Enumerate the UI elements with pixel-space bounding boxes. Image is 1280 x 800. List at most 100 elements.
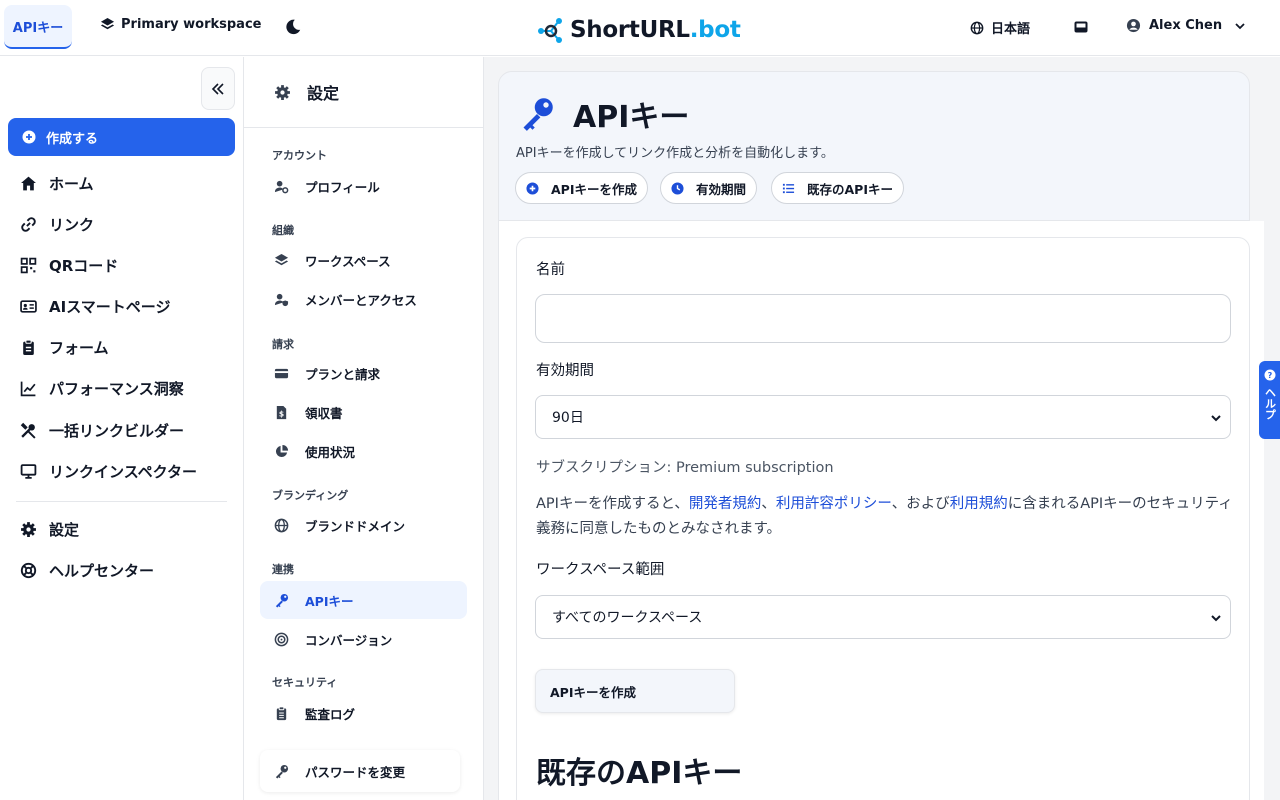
settings-title: 設定 <box>307 84 340 103</box>
chevron-down-icon <box>1211 415 1221 422</box>
create-api-key-button[interactable]: APIキーを作成 <box>535 669 735 713</box>
settings-item-usage[interactable]: 使用状況 <box>260 432 467 470</box>
section-security: セキュリティ <box>272 676 338 689</box>
acceptable-use-link[interactable]: 利用許容ポリシー <box>776 496 892 512</box>
id-card-icon <box>20 300 37 313</box>
pill-expiry[interactable]: 有効期間 <box>660 172 758 204</box>
nav-settings[interactable]: 設定 <box>20 519 79 540</box>
user-shield-icon <box>274 293 289 306</box>
nav-insights[interactable]: パフォーマンス洞察 <box>20 378 184 399</box>
target-icon <box>274 632 289 646</box>
monitor-icon <box>20 464 37 479</box>
clipboard-list-icon <box>276 705 287 720</box>
plus-circle-icon <box>526 181 539 195</box>
pill-existing-keys[interactable]: 既存のAPIキー <box>771 172 904 204</box>
terms-of-service-link[interactable]: 利用規約 <box>950 496 1008 512</box>
name-label: 名前 <box>536 262 565 278</box>
clipboard-icon <box>23 339 34 355</box>
logo-text: ShortURL.bot <box>570 17 741 43</box>
layers-icon <box>100 17 115 30</box>
nav-ai-pages[interactable]: AIスマートページ <box>20 296 170 317</box>
pill-create-label: APIキーを作成 <box>551 181 637 197</box>
pill-expiry-label: 有効期間 <box>696 181 747 197</box>
help-tab-label: ヘルプ <box>1263 387 1277 420</box>
nav-bulk-builder[interactable]: 一括リンクビルダー <box>20 420 184 441</box>
workspace-switcher[interactable]: Primary workspace <box>100 17 261 32</box>
clock-icon <box>671 181 684 195</box>
settings-item-audit-log[interactable]: 監査ログ <box>260 694 467 732</box>
settings-item-api-keys-label: APIキー <box>305 593 354 609</box>
workspace-name: Primary workspace <box>121 17 262 32</box>
lifebuoy-icon <box>20 562 37 579</box>
settings-item-workspace-label: ワークスペース <box>305 253 391 269</box>
expiry-label: 有効期間 <box>536 363 594 379</box>
main-sidebar: 作成する ホーム リンク QRコード AIスマートページ フォーム パフォーマン… <box>0 57 244 800</box>
scope-label: ワークスペース範囲 <box>536 562 665 578</box>
nav-links[interactable]: リンク <box>20 214 94 235</box>
svg-text:$: $ <box>279 409 284 418</box>
settings-item-conversions[interactable]: コンバージョン <box>260 620 467 658</box>
scope-select[interactable]: すべてのワークスペース <box>535 595 1231 639</box>
settings-item-members-label: メンバーとアクセス <box>305 292 417 308</box>
settings-item-api-keys[interactable]: APIキー <box>260 581 467 619</box>
moon-icon[interactable] <box>284 18 302 36</box>
question-circle-icon: ? <box>1264 369 1275 381</box>
nav-ai-pages-label: AIスマートページ <box>49 298 171 316</box>
inbox-icon[interactable] <box>1073 19 1089 35</box>
name-input[interactable] <box>535 294 1231 343</box>
nav-qr-label: QRコード <box>49 257 119 275</box>
nav-forms[interactable]: フォーム <box>20 337 109 358</box>
double-chevron-left-icon <box>211 82 224 95</box>
page-title: APIキー <box>573 100 690 135</box>
pie-chart-icon <box>275 444 289 457</box>
key-icon <box>275 593 289 608</box>
settings-item-brand-domain[interactable]: ブランドドメイン <box>260 506 467 544</box>
help-tab[interactable]: ? ヘルプ <box>1259 361 1280 439</box>
existing-keys-heading: 既存のAPIキー <box>536 756 743 791</box>
form-panel: 名前 有効期間 90日 サブスクリプション: Premium subscript… <box>498 221 1264 800</box>
settings-item-profile[interactable]: プロフィール <box>260 167 467 205</box>
pill-create-api-key[interactable]: APIキーを作成 <box>515 172 648 204</box>
change-password-button[interactable]: パスワードを変更 <box>260 750 460 792</box>
nav-link-inspector[interactable]: リンクインスペクター <box>20 461 197 482</box>
nav-home[interactable]: ホーム <box>20 173 94 194</box>
settings-item-plans[interactable]: プランと請求 <box>260 354 467 392</box>
settings-item-audit-log-label: 監査ログ <box>305 706 356 722</box>
language-selector[interactable]: 日本語 <box>970 18 1030 37</box>
home-icon <box>21 176 36 191</box>
nav-qr[interactable]: QRコード <box>20 255 118 276</box>
section-account: アカウント <box>272 149 327 162</box>
settings-item-receipts[interactable]: $ 領収書 <box>260 393 467 431</box>
language-label: 日本語 <box>991 22 1031 37</box>
chart-line-icon <box>20 381 36 397</box>
layers-icon <box>274 253 289 265</box>
nav-help-center-label: ヘルプセンター <box>49 562 155 580</box>
user-menu[interactable]: Alex Chen <box>1126 18 1246 33</box>
top-bar: APIキー Primary workspace ShortURL.bot 日本語… <box>0 0 1280 56</box>
credit-card-icon <box>274 368 289 378</box>
settings-item-conversions-label: コンバージョン <box>305 632 393 648</box>
svg-text:?: ? <box>1267 371 1272 380</box>
invoice-icon: $ <box>276 405 287 419</box>
nav-help-center[interactable]: ヘルプセンター <box>20 560 154 581</box>
subscription-text: サブスクリプション: Premium subscription <box>536 460 834 476</box>
section-billing: 請求 <box>272 338 294 351</box>
gear-icon <box>21 522 36 537</box>
developer-terms-link[interactable]: 開発者規約 <box>689 496 762 512</box>
collapse-sidebar-button[interactable] <box>201 67 235 110</box>
logo[interactable]: ShortURL.bot <box>536 16 741 44</box>
nav-forms-label: フォーム <box>49 339 109 357</box>
chevron-down-icon <box>1235 22 1245 29</box>
settings-item-workspace[interactable]: ワークスペース <box>260 241 467 279</box>
create-button[interactable]: 作成する <box>8 118 235 156</box>
create-label: 作成する <box>46 131 99 147</box>
tab-api-keys[interactable]: APIキー <box>4 5 72 49</box>
expiry-select[interactable]: 90日 <box>535 395 1231 439</box>
section-org: 組織 <box>272 224 294 237</box>
settings-item-members[interactable]: メンバーとアクセス <box>260 280 467 318</box>
section-integrations: 連携 <box>272 563 294 576</box>
legal-notice: APIキーを作成すると、開発者規約、利用許容ポリシー、および利用規約に含まれるA… <box>536 496 1233 537</box>
globe-icon <box>970 21 984 34</box>
settings-item-profile-label: プロフィール <box>305 179 380 195</box>
user-gear-icon <box>274 180 289 193</box>
